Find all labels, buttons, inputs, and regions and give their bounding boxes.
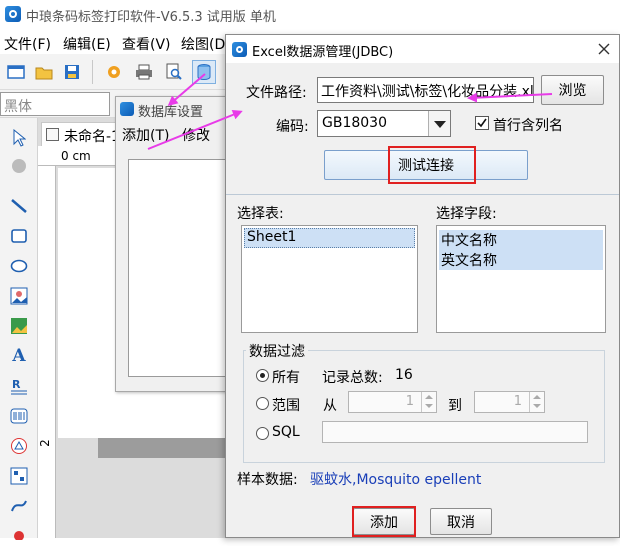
vertical-ruler: 2: [38, 166, 56, 538]
excel-datasource-dialog: Excel数据源管理(JDBC) 文件路径: 工作资料\测试\标签\化妆品分装.…: [225, 34, 620, 538]
cancel-button[interactable]: 取消: [430, 508, 492, 535]
database-settings-title: 数据库设置: [138, 105, 204, 120]
open-folder-icon[interactable]: [32, 60, 56, 84]
app-title-bar: 中琅条码标签打印软件-V6.5.3 试用版 单机: [0, 0, 620, 30]
toolbar-separator: [92, 60, 93, 84]
menu-draw[interactable]: 绘图(D: [181, 34, 225, 54]
datasource-list[interactable]: [128, 159, 228, 377]
dialog-title-bar: Excel数据源管理(JDBC): [226, 35, 619, 63]
list-item-table[interactable]: Sheet1: [244, 228, 415, 248]
text-tool-icon[interactable]: A: [7, 344, 31, 368]
list-item-field[interactable]: 中文名称: [439, 230, 603, 250]
filter-sql-label: SQL: [272, 424, 300, 440]
encoding-label: 编码:: [276, 119, 309, 135]
line-tool-icon[interactable]: [7, 194, 31, 218]
database-settings-icon: [120, 102, 134, 116]
dialog-app-icon: [232, 42, 247, 57]
database-icon[interactable]: [192, 60, 216, 84]
menu-file[interactable]: 文件(F): [4, 34, 51, 54]
filter-range-radio[interactable]: [256, 397, 269, 410]
range-to-stepper[interactable]: 1: [474, 391, 545, 413]
edit-datasource-button[interactable]: 修改: [182, 125, 210, 145]
pan-tool-icon[interactable]: [7, 154, 31, 178]
image-tool-icon[interactable]: [7, 284, 31, 308]
dialog-divider: [226, 194, 619, 195]
range-from-value: 1: [405, 394, 414, 409]
shape-tool-icon[interactable]: [7, 434, 31, 458]
filter-range-label: 范围: [272, 398, 300, 414]
header-row-label: 首行含列名: [493, 118, 563, 134]
more-tools-icon[interactable]: [7, 522, 31, 546]
font-name-select[interactable]: 黑体: [0, 92, 110, 116]
database-settings-toolbar: 添加(T) 修改: [116, 123, 239, 147]
filter-sql-radio[interactable]: [256, 427, 269, 440]
select-field-label: 选择字段:: [436, 206, 497, 222]
barcode-tool-icon[interactable]: [7, 404, 31, 428]
dialog-title: Excel数据源管理(JDBC): [252, 45, 394, 60]
sql-input[interactable]: [322, 421, 588, 443]
vertical-ruler-label: 2: [37, 439, 52, 447]
menu-edit[interactable]: 编辑(E): [63, 34, 111, 54]
list-item-field[interactable]: 英文名称: [439, 250, 603, 270]
record-total-label: 记录总数:: [322, 370, 383, 386]
document-icon: [46, 128, 59, 141]
app-title: 中琅条码标签打印软件-V6.5.3 试用版 单机: [26, 10, 276, 25]
range-from-stepper[interactable]: 1: [348, 391, 437, 413]
print-preview-icon[interactable]: [162, 60, 186, 84]
settings-gear-icon[interactable]: [102, 60, 126, 84]
curve-tool-icon[interactable]: [7, 494, 31, 518]
file-path-label: 文件路径:: [246, 85, 307, 101]
qrcode-tool-icon[interactable]: [7, 464, 31, 488]
sample-data-value: 驱蚊水,Mosquito epellent: [310, 472, 482, 488]
encoding-select[interactable]: GB18030: [317, 110, 451, 137]
database-settings-window: 数据库设置 添加(T) 修改: [115, 96, 240, 392]
sample-data-label: 样本数据:: [237, 472, 298, 488]
filter-all-label: 所有: [272, 370, 300, 386]
add-datasource-button[interactable]: 添加(T): [122, 125, 169, 145]
encoding-value: GB18030: [322, 115, 387, 131]
table-list[interactable]: Sheet1: [241, 225, 418, 333]
picture-tool-icon[interactable]: [7, 314, 31, 338]
document-tab-label: 未命名-1: [64, 129, 120, 145]
drawing-tools-bar: A R: [0, 118, 38, 540]
rich-text-tool-icon[interactable]: R: [7, 374, 31, 398]
menu-view[interactable]: 查看(V): [122, 34, 171, 54]
new-file-icon[interactable]: [4, 60, 28, 84]
ellipse-tool-icon[interactable]: [7, 254, 31, 278]
header-row-checkbox[interactable]: [475, 116, 489, 130]
rectangle-tool-icon[interactable]: [7, 224, 31, 248]
close-icon[interactable]: [592, 37, 616, 61]
add-button-highlight: [352, 506, 416, 537]
range-to-label: 到: [448, 398, 462, 414]
stepper-arrows-icon[interactable]: [421, 392, 436, 412]
data-filter-title: 数据过滤: [246, 341, 308, 361]
print-icon[interactable]: [132, 60, 156, 84]
stepper-arrows-icon[interactable]: [529, 392, 544, 412]
filter-all-radio[interactable]: [256, 369, 269, 382]
font-name-value: 黑体: [4, 99, 32, 115]
save-icon[interactable]: [60, 60, 84, 84]
record-total-value: 16: [395, 367, 413, 383]
file-path-value: 工作资料\测试\标签\化妆品分装.xlsx: [321, 84, 534, 100]
range-from-label: 从: [323, 398, 337, 414]
test-connection-highlight: [388, 146, 476, 184]
chevron-down-icon[interactable]: [428, 111, 450, 136]
browse-button[interactable]: 浏览: [541, 75, 604, 105]
app-logo-icon: [5, 6, 21, 22]
canvas-margin: [98, 438, 228, 458]
select-table-label: 选择表:: [237, 206, 284, 222]
select-pointer-icon[interactable]: [7, 126, 31, 150]
file-path-input[interactable]: 工作资料\测试\标签\化妆品分装.xlsx: [317, 77, 534, 103]
svg-text:R: R: [12, 378, 21, 391]
ruler-unit-label: 0 cm: [61, 149, 91, 163]
range-to-value: 1: [513, 394, 522, 409]
field-list[interactable]: 中文名称 英文名称: [436, 225, 606, 333]
